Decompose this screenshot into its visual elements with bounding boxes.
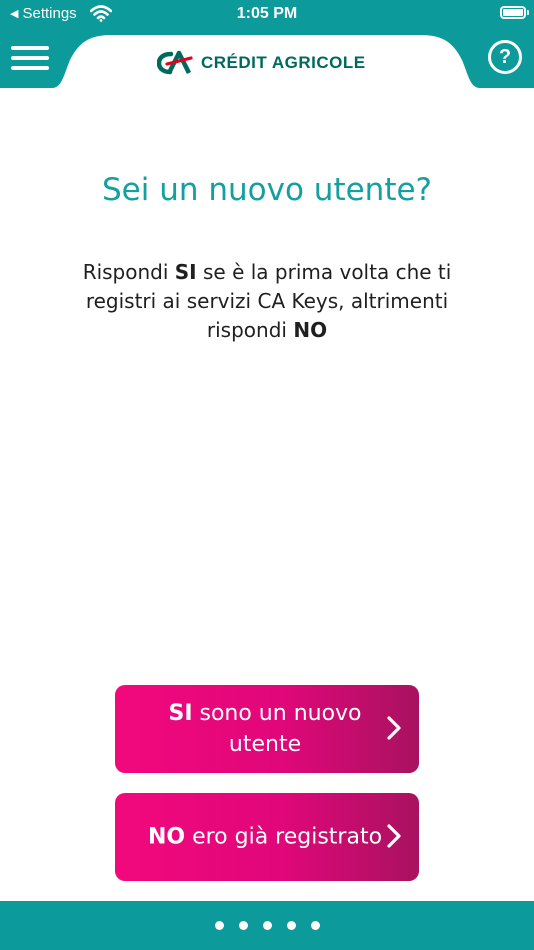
- logo-icon: [157, 50, 193, 75]
- page-dot[interactable]: [262, 921, 272, 930]
- yes-button-label: SI sono un nuovo utente: [168, 701, 362, 757]
- page-indicator: [0, 921, 534, 930]
- page-dot[interactable]: [238, 921, 248, 930]
- chevron-right-icon: [387, 824, 401, 848]
- chevron-right-icon: [387, 716, 401, 740]
- menu-icon: [11, 46, 49, 50]
- page-dot[interactable]: [286, 921, 296, 930]
- battery-icon: [500, 6, 529, 19]
- app-header: CRÉDIT AGRICOLE ?: [0, 30, 534, 88]
- help-button[interactable]: ?: [488, 40, 522, 74]
- status-time: 1:05 PM: [236, 5, 298, 22]
- no-registered-button[interactable]: NO ero già registrato: [115, 793, 419, 881]
- footer-bar: [0, 901, 534, 950]
- page-dot[interactable]: [310, 921, 320, 930]
- page-dot[interactable]: [214, 921, 224, 930]
- page-description: Rispondi SI se è la prima volta che ti r…: [82, 260, 452, 342]
- no-button-label: NO ero già registrato: [147, 824, 383, 850]
- status-bar: ◀ Settings 1:05 PM: [0, 0, 534, 30]
- brand-name: CRÉDIT AGRICOLE: [201, 53, 366, 72]
- brand-logo: CRÉDIT AGRICOLE: [157, 49, 366, 77]
- help-icon: ?: [498, 46, 512, 68]
- page-title: Sei un nuovo utente?: [102, 172, 432, 208]
- yes-new-user-button[interactable]: SI sono un nuovo utente: [115, 685, 419, 773]
- menu-button[interactable]: [8, 40, 52, 76]
